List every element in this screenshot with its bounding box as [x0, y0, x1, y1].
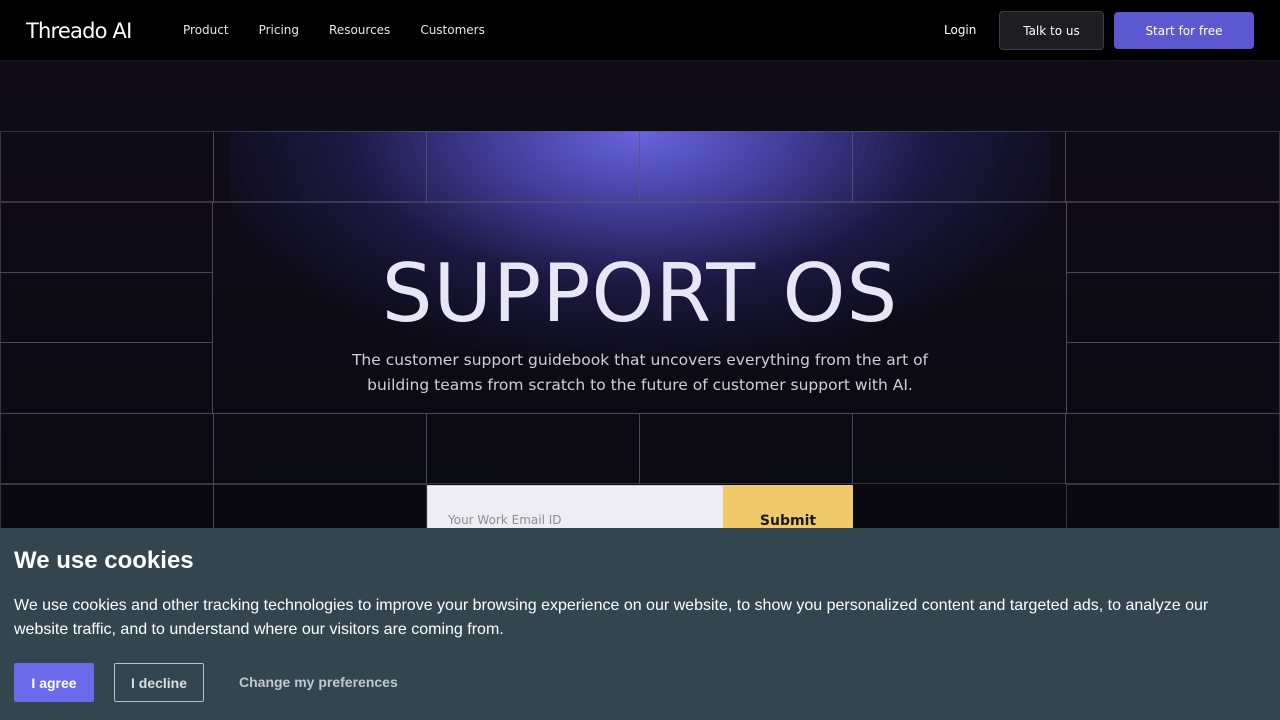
grid-cell: [213, 413, 427, 484]
talk-to-us-button[interactable]: Talk to us: [999, 11, 1104, 50]
change-preferences-button[interactable]: Change my preferences: [239, 674, 398, 690]
cookie-text: We use cookies and other tracking techno…: [14, 597, 1209, 638]
nav-link-pricing[interactable]: Pricing: [259, 23, 299, 37]
grid-cell: [1065, 131, 1280, 202]
cookie-title: We use cookies: [14, 547, 194, 574]
email-input[interactable]: [448, 513, 698, 527]
grid-cell: [639, 131, 853, 202]
grid-cell: [852, 131, 1066, 202]
agree-button[interactable]: I agree: [14, 663, 94, 702]
grid-cell: [1066, 342, 1280, 414]
grid-cell: [213, 131, 427, 202]
nav-links: Product Pricing Resources Customers: [183, 23, 515, 37]
hero-subtitle: The customer support guidebook that unco…: [351, 351, 929, 394]
grid-cell: [1065, 413, 1280, 484]
grid-cell: [0, 342, 213, 414]
grid-cell: [0, 131, 214, 202]
grid-cell: [426, 131, 640, 202]
grid-cell: [852, 413, 1066, 484]
grid-cell: [0, 413, 214, 484]
login-link[interactable]: Login: [944, 23, 976, 37]
nav-link-resources[interactable]: Resources: [329, 23, 390, 37]
logo[interactable]: Threado AI: [26, 19, 132, 43]
nav-link-product[interactable]: Product: [183, 23, 229, 37]
grid-cell: [426, 413, 640, 484]
start-for-free-button[interactable]: Start for free: [1114, 12, 1254, 49]
hero-title: SUPPORT OS: [381, 247, 899, 340]
top-nav: Threado AI Product Pricing Resources Cus…: [0, 0, 1280, 61]
grid-cell: [639, 413, 853, 484]
decline-button[interactable]: I decline: [114, 663, 204, 702]
nav-link-customers[interactable]: Customers: [420, 23, 485, 37]
cookie-banner: We use cookies We use cookies and other …: [0, 528, 1280, 720]
